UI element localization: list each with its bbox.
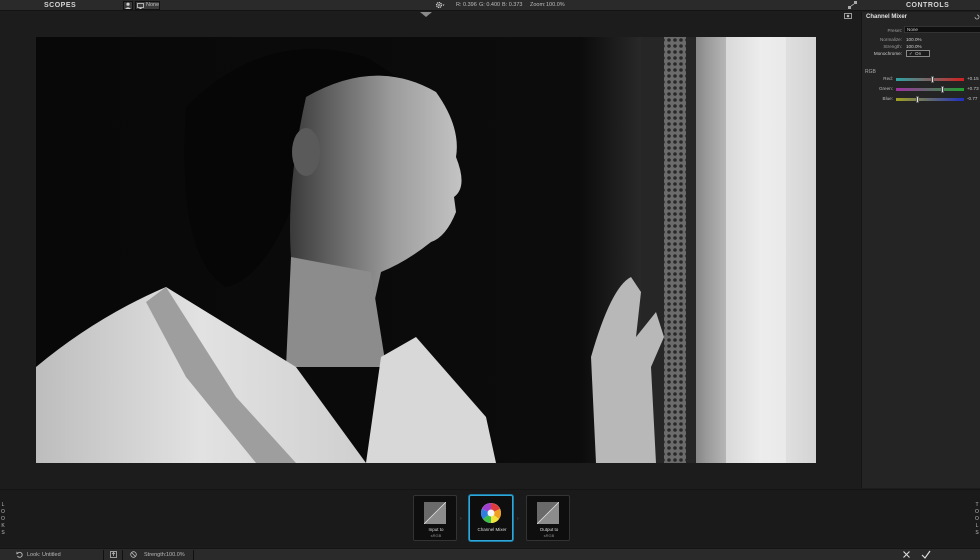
curve-icon <box>424 502 446 524</box>
slider-thumb[interactable] <box>940 86 944 93</box>
preset-value: None <box>907 27 918 32</box>
close-icon[interactable] <box>902 550 911 559</box>
slider-value[interactable]: -0.77 <box>967 96 977 101</box>
node-channel-mixer-label: Channel Mixer <box>477 527 507 532</box>
panel-title: Channel Mixer <box>866 14 908 20</box>
portrait-photo <box>36 37 816 463</box>
tab-letter: S <box>975 530 979 536</box>
node-channel-mixer[interactable]: Channel Mixer <box>469 495 513 541</box>
divider <box>103 550 104 560</box>
user-button[interactable] <box>123 1 133 10</box>
image-viewer[interactable] <box>0 12 860 488</box>
slider-value[interactable]: +0.15 <box>967 76 979 81</box>
monochrome-toggle[interactable]: ✓ On <box>906 50 930 57</box>
arrow-icon: › <box>460 516 462 522</box>
reset-icon[interactable] <box>974 14 980 20</box>
tab-letter: O <box>975 509 979 515</box>
strength-label: Strength: <box>883 44 902 49</box>
zoom-label: Zoom: <box>530 2 546 8</box>
normalize-label: Normalize: <box>880 37 902 42</box>
export-icon[interactable] <box>110 551 117 558</box>
arrow-icon: › <box>517 516 519 522</box>
top-bar: SCOPES None R: 0.396 G: 0.400 B: 0.373 Z… <box>0 0 980 11</box>
zoom-value[interactable]: 100.0% <box>546 2 565 8</box>
look-name[interactable]: Untitled <box>42 552 61 558</box>
scopes-tab[interactable]: SCOPES <box>44 2 76 9</box>
strength-status-value[interactable]: 100.0% <box>166 552 185 558</box>
node-output[interactable]: Output to sRGB <box>526 495 570 541</box>
divider <box>193 550 194 560</box>
expand-icon[interactable] <box>848 1 858 10</box>
controls-tab[interactable]: CONTROLS <box>906 2 949 9</box>
looks-tab[interactable]: LOOKS <box>0 502 6 537</box>
rgb-section-label: RGB <box>865 69 876 75</box>
controls-panel: Channel Mixer Preset: None Normalize: 10… <box>844 12 980 488</box>
layer-select-value: None <box>146 2 160 8</box>
readout-r: R: 0.396 <box>456 2 477 8</box>
camera-icon[interactable] <box>844 12 852 19</box>
readout-b: B: 0.373 <box>502 2 523 8</box>
undo-icon[interactable] <box>16 551 23 558</box>
monochrome-label: Monochrome: <box>873 51 902 56</box>
divider <box>122 550 123 560</box>
strength-value[interactable]: 100.0% <box>906 44 922 49</box>
slider-label: Green: <box>878 86 893 91</box>
channel-slider[interactable] <box>896 96 964 103</box>
tab-letter: L <box>1 502 5 508</box>
curve-icon <box>537 502 559 524</box>
node-output-sub: sRGB <box>543 533 555 538</box>
layer-select[interactable]: None <box>135 1 160 10</box>
tab-letter: O <box>1 516 5 522</box>
monitor-icon <box>137 3 144 9</box>
node-input[interactable]: Input to sRGB <box>413 495 457 541</box>
tab-letter: O <box>975 516 979 522</box>
disable-icon[interactable] <box>130 551 137 558</box>
check-icon: ✓ <box>909 51 913 56</box>
app-window: SCOPES None R: 0.396 G: 0.400 B: 0.373 Z… <box>0 0 980 560</box>
monochrome-value: On <box>915 51 922 56</box>
status-bar: Look: Untitled Strength: 100.0% <box>0 548 980 560</box>
channel-slider[interactable] <box>896 86 964 93</box>
tools-tab[interactable]: TOOLS <box>974 502 980 537</box>
slider-label: Red: <box>883 76 893 81</box>
user-icon <box>125 2 131 9</box>
preview-image[interactable] <box>36 37 816 463</box>
normalize-value[interactable]: 100.0% <box>906 37 922 42</box>
slider-thumb[interactable] <box>931 76 935 83</box>
preset-label: Preset: <box>887 28 902 33</box>
tab-letter: K <box>1 523 5 529</box>
tab-letter: O <box>1 509 5 515</box>
node-input-label: Input to <box>428 527 444 532</box>
strength-status-label: Strength: <box>144 552 167 558</box>
tab-letter: L <box>975 523 979 529</box>
tab-letter: T <box>975 502 979 508</box>
tab-letter: S <box>1 530 5 536</box>
looks-strip: LOOKS TOOLS Input to sRGB › Channel Mixe… <box>0 489 980 547</box>
node-input-sub: sRGB <box>430 533 442 538</box>
slider-label: Blue: <box>882 96 893 101</box>
slider-thumb[interactable] <box>915 96 919 103</box>
look-label: Look: <box>27 552 41 558</box>
collapse-chevron-icon[interactable] <box>420 12 432 17</box>
gear-icon[interactable] <box>435 1 445 9</box>
check-icon[interactable] <box>921 550 931 559</box>
preset-select[interactable]: None <box>904 26 980 33</box>
color-wheel-icon <box>481 503 501 523</box>
node-output-label: Output to <box>539 527 559 532</box>
channel-slider[interactable] <box>896 76 964 83</box>
readout-g: G: 0.400 <box>479 2 501 8</box>
slider-value[interactable]: +0.73 <box>967 86 979 91</box>
